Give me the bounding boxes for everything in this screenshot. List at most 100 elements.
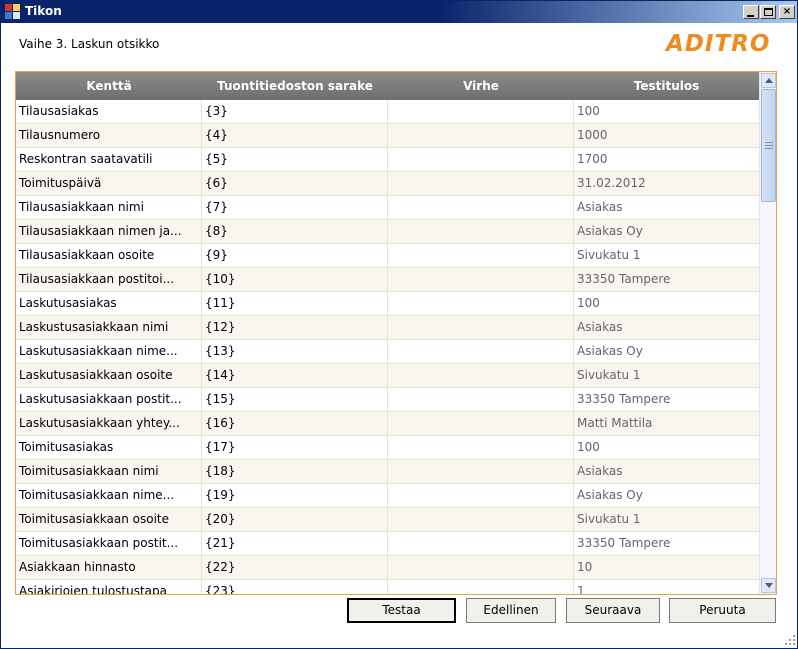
test-result-cell[interactable]: Asiakas Oy [574,484,759,508]
field-name-cell[interactable]: Tilausasiakkaan nimen ja... [16,220,202,244]
error-cell[interactable] [388,412,574,436]
import-column-cell[interactable]: {9} [202,244,388,268]
table-row[interactable]: Tilausasiakkaan postitoi... {10} 33350 Tam… [16,268,759,292]
import-column-cell[interactable]: {22} [202,556,388,580]
import-column-cell[interactable]: {10} [202,268,388,292]
field-name-cell[interactable]: Tilausasiakkaan postitoi... [16,268,202,292]
column-header-testitulos[interactable]: Testitulos [574,72,759,100]
field-name-cell[interactable]: Laskutusasiakkaan nime... [16,340,202,364]
error-cell[interactable] [388,196,574,220]
cancel-button[interactable]: Peruuta [669,598,776,623]
error-cell[interactable] [388,484,574,508]
error-cell[interactable] [388,556,574,580]
resize-grip-icon[interactable] [783,633,797,647]
error-cell[interactable] [388,244,574,268]
error-cell[interactable] [388,388,574,412]
field-name-cell[interactable]: Tilausnumero [16,124,202,148]
error-cell[interactable] [388,460,574,484]
error-cell[interactable] [388,172,574,196]
error-cell[interactable] [388,292,574,316]
field-name-cell[interactable]: Tilausasiakkaan nimi [16,196,202,220]
test-result-cell[interactable]: Asiakas [574,316,759,340]
error-cell[interactable] [388,124,574,148]
import-column-cell[interactable]: {15} [202,388,388,412]
field-name-cell[interactable]: Asiakkaan hinnasto [16,556,202,580]
field-name-cell[interactable]: Laskutusasiakas [16,292,202,316]
table-row[interactable]: Laskutusasiakkaan osoite {14} Sivukatu 1 [16,364,759,388]
field-name-cell[interactable]: Laskustusasiakkaan nimi [16,316,202,340]
error-cell[interactable] [388,220,574,244]
table-row[interactable]: Laskutusasiakkaan yhtey... {16} Matti Matt… [16,412,759,436]
test-result-cell[interactable]: 1700 [574,148,759,172]
table-row[interactable]: Asiakirjojen tulostustapa {23} 1 [16,580,759,594]
test-result-cell[interactable]: 10 [574,556,759,580]
field-name-cell[interactable]: Toimitusasiakkaan postit... [16,532,202,556]
import-column-cell[interactable]: {3} [202,100,388,124]
field-name-cell[interactable]: Tilausasiakkaan osoite [16,244,202,268]
import-column-cell[interactable]: {18} [202,460,388,484]
error-cell[interactable] [388,340,574,364]
error-cell[interactable] [388,532,574,556]
field-name-cell[interactable]: Toimituspäivä [16,172,202,196]
test-result-cell[interactable]: 100 [574,100,759,124]
table-row[interactable]: Laskustusasiakkaan nimi {12} Asiakas [16,316,759,340]
table-row[interactable]: Toimituspäivä {6} 31.02.2012 [16,172,759,196]
import-column-cell[interactable]: {23} [202,580,388,594]
minimize-button[interactable] [743,5,759,19]
field-name-cell[interactable]: Laskutusasiakkaan postit... [16,388,202,412]
error-cell[interactable] [388,268,574,292]
import-column-cell[interactable]: {4} [202,124,388,148]
test-result-cell[interactable]: Matti Mattila [574,412,759,436]
next-button[interactable]: Seuraava [566,598,660,623]
table-row[interactable]: Asiakkaan hinnasto {22} 10 [16,556,759,580]
table-row[interactable]: Tilausasiakkaan osoite {9} Sivukatu 1 [16,244,759,268]
test-result-cell[interactable]: Sivukatu 1 [574,364,759,388]
field-name-cell[interactable]: Toimitusasiakas [16,436,202,460]
import-column-cell[interactable]: {21} [202,532,388,556]
test-result-cell[interactable]: 1000 [574,124,759,148]
field-mapping-grid[interactable]: Kenttä Tuontitiedoston sarake Virhe Test… [15,71,777,595]
previous-button[interactable]: Edellinen [466,598,556,623]
table-row[interactable]: Toimitusasiakkaan osoite {20} Sivukatu 1 [16,508,759,532]
scroll-down-button[interactable] [761,578,776,593]
import-column-cell[interactable]: {14} [202,364,388,388]
import-column-cell[interactable]: {20} [202,508,388,532]
test-result-cell[interactable]: Asiakas [574,460,759,484]
import-column-cell[interactable]: {19} [202,484,388,508]
vertical-scrollbar[interactable] [759,72,776,594]
column-header-kentta[interactable]: Kenttä [16,72,202,100]
field-name-cell[interactable]: Reskontran saatavatili [16,148,202,172]
test-result-cell[interactable]: 33350 Tampere [574,532,759,556]
import-column-cell[interactable]: {16} [202,412,388,436]
test-result-cell[interactable]: 31.02.2012 [574,172,759,196]
test-result-cell[interactable]: 100 [574,292,759,316]
test-result-cell[interactable]: Asiakas [574,196,759,220]
import-column-cell[interactable]: {12} [202,316,388,340]
table-row[interactable]: Laskutusasiakkaan nime... {13} Asiakas Oy [16,340,759,364]
import-column-cell[interactable]: {17} [202,436,388,460]
import-column-cell[interactable]: {11} [202,292,388,316]
table-row[interactable]: Toimitusasiakkaan nimi {18} Asiakas [16,460,759,484]
field-name-cell[interactable]: Asiakirjojen tulostustapa [16,580,202,594]
test-result-cell[interactable]: Sivukatu 1 [574,508,759,532]
scrollbar-thumb[interactable] [761,89,776,202]
title-bar[interactable]: Tikon × [1,1,797,23]
table-row[interactable]: Toimitusasiakas {17} 100 [16,436,759,460]
field-name-cell[interactable]: Tilausasiakas [16,100,202,124]
table-row[interactable]: Laskutusasiakkaan postit... {15} 33350 Tam… [16,388,759,412]
error-cell[interactable] [388,148,574,172]
table-row[interactable]: Tilausasiakkaan nimen ja... {8} Asiakas Oy [16,220,759,244]
field-name-cell[interactable]: Toimitusasiakkaan osoite [16,508,202,532]
import-column-cell[interactable]: {7} [202,196,388,220]
table-row[interactable]: Reskontran saatavatili {5} 1700 [16,148,759,172]
error-cell[interactable] [388,316,574,340]
test-result-cell[interactable]: Asiakas Oy [574,220,759,244]
table-row[interactable]: Toimitusasiakkaan postit... {21} 33350 Tam… [16,532,759,556]
field-name-cell[interactable]: Toimitusasiakkaan nimi [16,460,202,484]
field-name-cell[interactable]: Laskutusasiakkaan osoite [16,364,202,388]
test-result-cell[interactable]: Sivukatu 1 [574,244,759,268]
scroll-up-button[interactable] [761,73,776,88]
error-cell[interactable] [388,580,574,594]
column-header-virhe[interactable]: Virhe [388,72,574,100]
table-row[interactable]: Tilausasiakkaan nimi {7} Asiakas [16,196,759,220]
